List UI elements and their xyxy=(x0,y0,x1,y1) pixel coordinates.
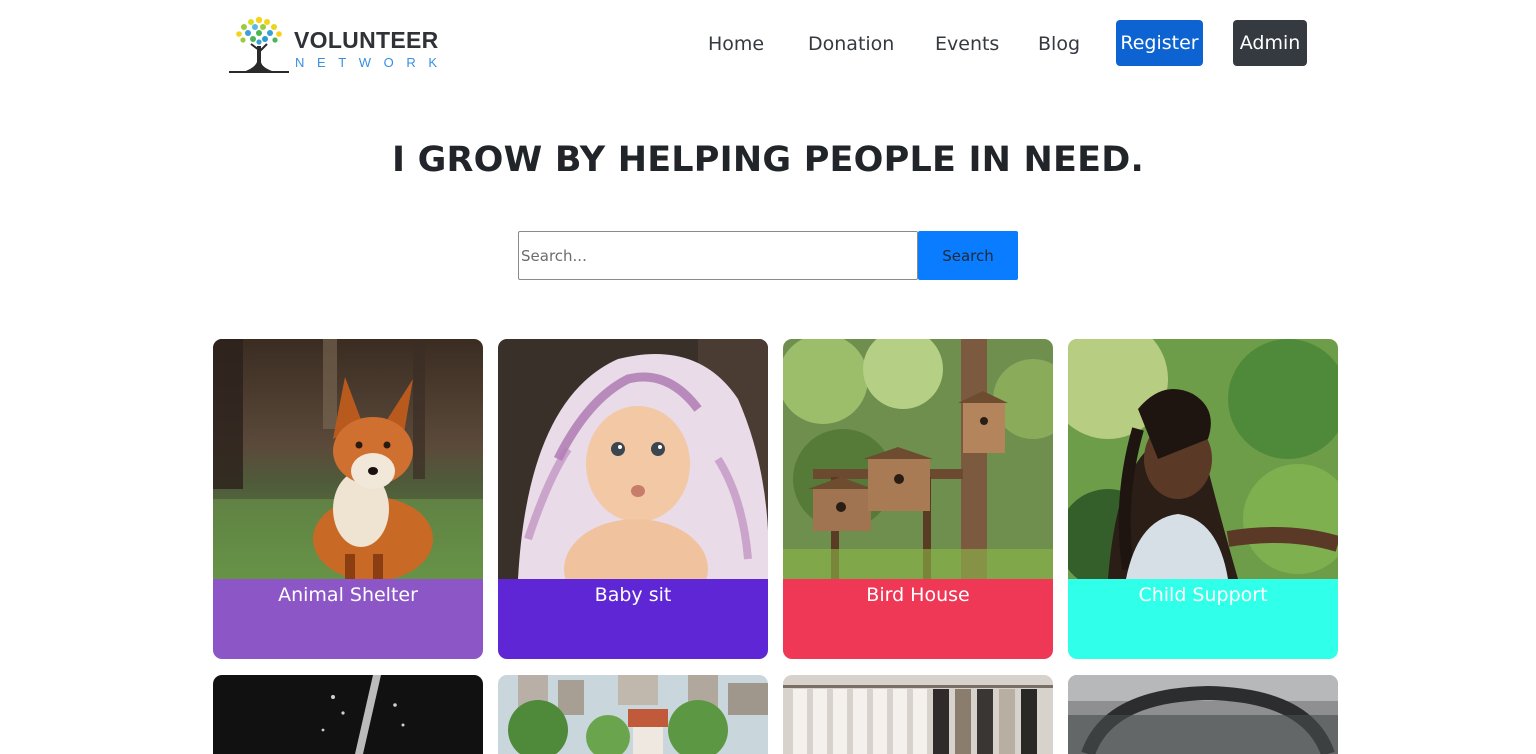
brand-logo[interactable]: VOLUNTEER NETWORK xyxy=(229,12,439,74)
nav-donation[interactable]: Donation xyxy=(808,32,894,56)
event-card[interactable] xyxy=(1068,675,1338,754)
baby-photo xyxy=(498,339,768,579)
page-title: I GROW BY HELPING PEOPLE IN NEED. xyxy=(391,140,1145,180)
search-input[interactable] xyxy=(518,231,918,280)
event-card-child-support[interactable]: Child Support xyxy=(1068,339,1338,659)
event-card[interactable] xyxy=(498,675,768,754)
tree-logo-icon xyxy=(229,16,289,73)
card-title: Bird House xyxy=(866,584,970,606)
fox-photo xyxy=(213,339,483,579)
event-card-bird-house[interactable]: Bird House xyxy=(783,339,1053,659)
clothes-rack-photo xyxy=(783,675,1053,754)
brand-name: VOLUNTEER xyxy=(294,27,439,53)
nav-home[interactable]: Home xyxy=(708,32,764,56)
card-title: Animal Shelter xyxy=(278,584,418,606)
birdhouse-photo xyxy=(783,339,1053,579)
event-card-baby-sit[interactable]: Baby sit xyxy=(498,339,768,659)
card-title: Baby sit xyxy=(594,584,672,606)
city-park-photo xyxy=(498,675,768,754)
brand-subtitle: NETWORK xyxy=(295,55,450,70)
child-photo xyxy=(1068,339,1338,579)
card-title: Child Support xyxy=(1138,584,1268,606)
event-card[interactable] xyxy=(783,675,1053,754)
search-button[interactable]: Search xyxy=(918,231,1018,280)
nav-blog[interactable]: Blog xyxy=(1038,32,1080,56)
admin-button[interactable]: Admin xyxy=(1233,20,1307,66)
water-photo xyxy=(213,675,483,754)
event-card-animal-shelter[interactable]: Animal Shelter xyxy=(213,339,483,659)
car-interior-photo xyxy=(1068,675,1338,754)
nav-events[interactable]: Events xyxy=(935,32,999,56)
site-header: VOLUNTEER NETWORK Home Donation Events B… xyxy=(0,0,1536,90)
event-card[interactable] xyxy=(213,675,483,754)
register-button[interactable]: Register xyxy=(1116,20,1203,66)
